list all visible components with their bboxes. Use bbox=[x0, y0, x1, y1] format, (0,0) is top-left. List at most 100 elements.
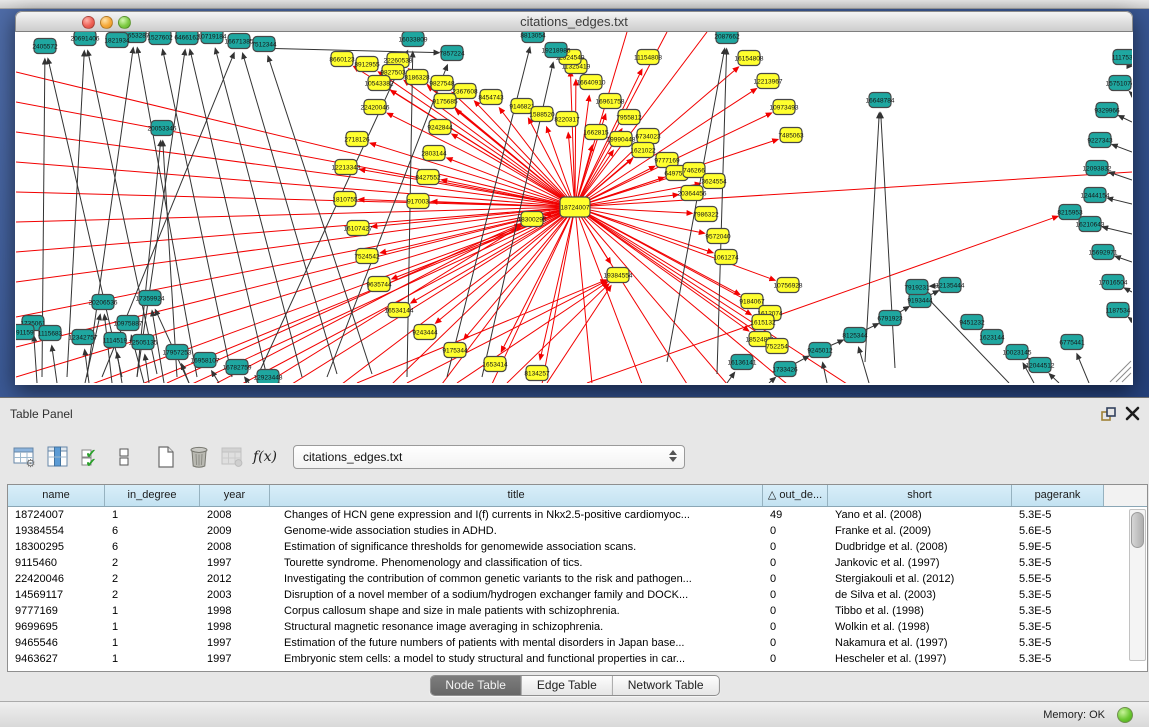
black-edge bbox=[769, 378, 775, 383]
table-row[interactable]: 1456911722003Disruption of a novel membe… bbox=[8, 587, 1127, 603]
network-canvas[interactable]: 1872400716628151999044867340231621022977… bbox=[16, 32, 1132, 383]
graph-node-label: 16782759 bbox=[223, 364, 252, 371]
close-window-icon[interactable] bbox=[82, 16, 95, 29]
graph-node-label: 16671385 bbox=[225, 38, 254, 45]
dropdown-stepper-icon bbox=[669, 450, 677, 462]
graph-node-label: 17359924 bbox=[136, 295, 165, 302]
delete-table-button[interactable] bbox=[186, 444, 212, 470]
network-select-dropdown[interactable]: citations_edges.txt bbox=[293, 445, 685, 469]
cell-pagerank: 5.3E-5 bbox=[1012, 555, 1104, 571]
cell-in_degree: 1 bbox=[105, 507, 200, 523]
table-row[interactable]: 969969511998Structural magnetic resonanc… bbox=[8, 619, 1127, 635]
node-table: namein_degreeyeartitle△ out_de...shortpa… bbox=[7, 484, 1148, 672]
graph-node-label: 8912955 bbox=[354, 61, 380, 68]
graph-node-label: 16210643 bbox=[1076, 221, 1105, 228]
graph-node-label: 16958107 bbox=[191, 357, 220, 364]
table-row[interactable]: 946362711997Embryonic stem cells: a mode… bbox=[8, 651, 1127, 667]
table-panel: Table Panel ⚙ bbox=[0, 397, 1149, 701]
network-canvas-container: 1872400716628151999044867340231621022977… bbox=[16, 32, 1132, 383]
minimize-window-icon[interactable] bbox=[100, 16, 113, 29]
cell-title: Estimation of the future numbers of pati… bbox=[270, 635, 763, 651]
function-builder-button[interactable]: f(x) bbox=[252, 449, 278, 465]
tab-edge-table[interactable]: Edge Table bbox=[522, 676, 613, 695]
new-document-icon bbox=[155, 445, 177, 469]
graph-node-label: 9777169 bbox=[654, 157, 680, 164]
graph-node-label: 10719184 bbox=[198, 33, 227, 40]
black-edge bbox=[1129, 318, 1132, 320]
graph-node-label: 10543382 bbox=[365, 80, 394, 87]
table-settings-button[interactable]: ⚙ bbox=[12, 444, 38, 470]
cell-out_de: 0 bbox=[763, 523, 828, 539]
table-row[interactable]: 1872400712008Changes of HCN gene express… bbox=[8, 507, 1127, 523]
table-toolbar: ⚙ ✔ ✔ bbox=[12, 442, 685, 472]
graph-node-label: 9635744 bbox=[366, 281, 392, 288]
tab-node-table[interactable]: Node Table bbox=[430, 676, 522, 695]
black-edge bbox=[667, 49, 725, 362]
select-column-button[interactable] bbox=[45, 444, 71, 470]
cell-short: de Silva et al. (2003) bbox=[828, 587, 1012, 603]
zoom-window-icon[interactable] bbox=[118, 16, 131, 29]
new-table-button[interactable] bbox=[153, 444, 179, 470]
traffic-lights bbox=[82, 16, 131, 29]
row-checks-icon: ✔ ✔ bbox=[80, 445, 102, 469]
graph-node-label: 7512344 bbox=[251, 41, 277, 48]
red-edge bbox=[16, 132, 575, 207]
table-row[interactable]: 911546021997Tourette syndrome. Phenomeno… bbox=[8, 555, 1127, 571]
cell-name: 9699695 bbox=[8, 619, 105, 635]
cell-in_degree: 2 bbox=[105, 571, 200, 587]
graph-node-label: 17957253 bbox=[163, 349, 192, 356]
graph-node-label: 12444154 bbox=[1081, 192, 1110, 199]
table-row[interactable]: 946554611997Estimation of the future num… bbox=[8, 635, 1127, 651]
column-header-out_de[interactable]: △ out_de... bbox=[763, 485, 828, 506]
column-header-title[interactable]: title bbox=[270, 485, 763, 506]
black-edge bbox=[117, 353, 122, 383]
row-height-button[interactable] bbox=[111, 444, 137, 470]
column-header-name[interactable]: name bbox=[8, 485, 105, 506]
table-panel-title: Table Panel bbox=[10, 407, 73, 421]
graph-node-label: 1527602 bbox=[147, 34, 173, 41]
graph-node-label: 16136141 bbox=[728, 359, 757, 366]
vertical-cells-icon bbox=[118, 445, 130, 469]
graph-node-label: 19990448 bbox=[607, 136, 636, 143]
table-row[interactable]: 1830029562008Estimation of significance … bbox=[8, 539, 1127, 555]
window-resize-grip[interactable] bbox=[1110, 361, 1131, 382]
graph-node-label: 9184067 bbox=[739, 298, 765, 305]
table-row[interactable]: 2242004622012Investigating the contribut… bbox=[8, 571, 1127, 587]
memory-status-icon[interactable] bbox=[1117, 707, 1133, 723]
graph-node-label: 12505135 bbox=[129, 339, 158, 346]
cell-short: Wolkin et al. (1998) bbox=[828, 619, 1012, 635]
window-titlebar[interactable]: citations_edges.txt bbox=[15, 11, 1133, 32]
column-header-in_degree[interactable]: in_degree bbox=[105, 485, 200, 506]
graph-node-label: 18300295 bbox=[518, 216, 547, 223]
table-vertical-scrollbar[interactable] bbox=[1129, 509, 1146, 661]
select-rows-button[interactable]: ✔ ✔ bbox=[78, 444, 104, 470]
graph-node-label: 20206536 bbox=[89, 299, 118, 306]
column-header-short[interactable]: short bbox=[828, 485, 1012, 506]
red-edge bbox=[575, 80, 576, 207]
cell-in_degree: 6 bbox=[105, 523, 200, 539]
graph-node-label: 917003 bbox=[407, 198, 429, 205]
cell-short: Franke et al. (2009) bbox=[828, 523, 1012, 539]
graph-node-label: 2405572 bbox=[32, 43, 58, 50]
table-row[interactable]: 1938455462009Genome-wide association stu… bbox=[8, 523, 1127, 539]
black-edge bbox=[34, 336, 37, 383]
close-panel-icon[interactable] bbox=[1125, 406, 1140, 421]
graph-node-label: 7919231 bbox=[904, 284, 930, 291]
network-view-window[interactable]: citations_edges.txt 18724007166281519990… bbox=[15, 11, 1133, 385]
table-column-icon bbox=[46, 445, 70, 469]
float-panel-icon[interactable] bbox=[1100, 406, 1117, 423]
cell-in_degree: 6 bbox=[105, 539, 200, 555]
column-header-year[interactable]: year bbox=[200, 485, 270, 506]
graph-node-label: 9329966 bbox=[1094, 107, 1120, 114]
graph-node-label: 11154808 bbox=[634, 54, 662, 61]
cell-pagerank: 5.3E-5 bbox=[1012, 651, 1104, 667]
graph-node-label: 10975887 bbox=[114, 320, 143, 327]
column-header-pagerank[interactable]: pagerank bbox=[1012, 485, 1104, 506]
table-gear-icon: ⚙ bbox=[13, 445, 37, 469]
graph-node-label: 8186328 bbox=[404, 74, 430, 81]
table-row[interactable]: 977716911998Corpus callosum shape and si… bbox=[8, 603, 1127, 619]
graph-node-label: 1114519 bbox=[103, 337, 128, 344]
tab-network-table[interactable]: Network Table bbox=[613, 676, 719, 695]
scrollbar-thumb[interactable] bbox=[1131, 512, 1144, 548]
graph-node-label: 16107427 bbox=[344, 225, 373, 232]
